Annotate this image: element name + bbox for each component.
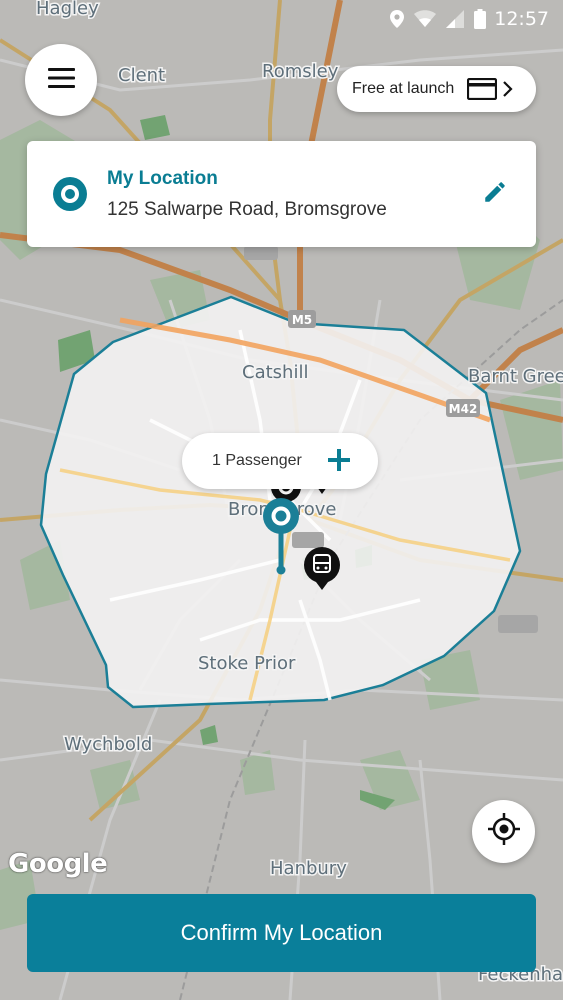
- location-target-icon: [53, 177, 87, 216]
- wifi-icon: [414, 10, 437, 28]
- passenger-count-label: 1 Passenger: [212, 452, 302, 469]
- location-card[interactable]: My Location 125 Salwarpe Road, Bromsgrov…: [27, 141, 536, 247]
- svg-text:M42: M42: [449, 402, 478, 416]
- signal-icon: [446, 10, 465, 28]
- place-label-wychbold: Wychbold: [64, 734, 152, 755]
- place-label-catshill: Catshill: [242, 362, 308, 383]
- free-at-launch-button[interactable]: Free at launch: [337, 66, 536, 112]
- recenter-location-button[interactable]: [472, 800, 535, 863]
- place-label-hanbury: Hanbury: [270, 858, 347, 879]
- chevron-right-icon: [502, 80, 514, 98]
- location-title: My Location: [107, 168, 218, 189]
- passenger-selector[interactable]: 1 Passenger: [182, 433, 378, 489]
- svg-text:M5: M5: [292, 313, 312, 327]
- google-attribution-logo: Google: [8, 849, 108, 879]
- location-status-icon: [390, 10, 405, 28]
- status-bar: 12:57: [0, 0, 563, 38]
- confirm-location-button[interactable]: Confirm My Location: [27, 894, 536, 972]
- battery-icon: [474, 9, 487, 29]
- location-address: 125 Salwarpe Road, Bromsgrove: [107, 199, 387, 220]
- place-label-stoke-prior: Stoke Prior: [198, 653, 296, 674]
- free-at-launch-label: Free at launch: [352, 80, 455, 97]
- road-shield-m42: M42: [446, 399, 480, 417]
- hamburger-menu-icon: [47, 67, 75, 93]
- status-time: 12:57: [494, 8, 549, 30]
- pencil-edit-icon[interactable]: [482, 179, 508, 210]
- payment-card-icon: [467, 78, 498, 100]
- road-shield-m5: M5: [288, 310, 316, 328]
- menu-button[interactable]: [25, 44, 97, 116]
- crosshair-gps-icon: [487, 812, 521, 851]
- place-label-clent: Clent: [118, 65, 165, 86]
- plus-icon[interactable]: [326, 447, 352, 478]
- place-label-barnt-green: Barnt Green: [468, 366, 563, 387]
- place-label-romsley: Romsley: [262, 61, 339, 82]
